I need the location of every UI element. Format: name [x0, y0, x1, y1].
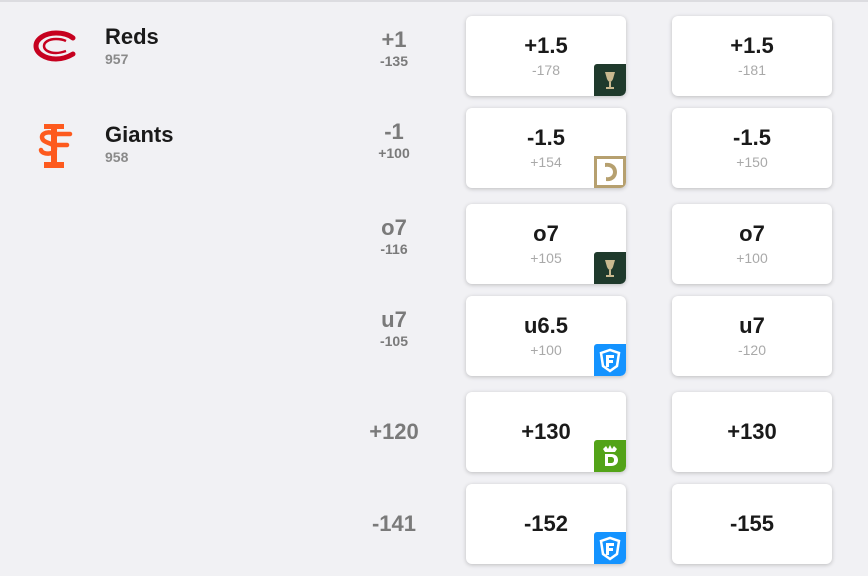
opening-line: +1 -135 [340, 27, 448, 69]
line-value: +130 [727, 419, 777, 444]
team-rotation-number: 957 [105, 51, 129, 67]
team-giants: Giants 958 [0, 122, 330, 182]
opening-line-odds: +100 [378, 145, 410, 161]
giants-logo-icon [32, 122, 80, 170]
opening-line-value: +1 [381, 27, 407, 52]
opening-line-value: +120 [369, 419, 419, 444]
line-value: +1.5 [524, 33, 568, 58]
opening-line-odds: -135 [379, 53, 409, 69]
team-name: Giants [105, 122, 174, 147]
line-value: -1.5 [733, 125, 771, 150]
odds-cell[interactable]: u7 -120 [672, 296, 832, 376]
caesars-icon [594, 156, 626, 188]
circa-sports-icon [594, 252, 626, 284]
opening-line-value: u7 [381, 307, 407, 332]
opening-line: -1 +100 [340, 119, 448, 161]
line-value: u6.5 [523, 313, 569, 338]
top-divider [0, 0, 868, 2]
best-odds-cell[interactable]: o7 +105 [466, 204, 626, 284]
line-value: u7 [739, 313, 765, 338]
circa-sports-icon [594, 64, 626, 96]
fanduel-icon [594, 344, 626, 376]
line-value: -155 [729, 511, 775, 536]
reds-logo-icon [32, 24, 80, 72]
fanduel-icon [594, 532, 626, 564]
opening-line: u7 -105 [340, 307, 448, 349]
opening-line-odds: -105 [379, 333, 409, 349]
opening-line-value: -141 [371, 511, 417, 536]
odds-cell[interactable]: o7 +100 [672, 204, 832, 284]
line-value: -1.5 [527, 125, 565, 150]
best-odds-cell[interactable]: u6.5 +100 [466, 296, 626, 376]
draftkings-icon [594, 440, 626, 472]
line-value: o7 [533, 221, 559, 246]
opening-line-odds: -116 [380, 241, 408, 257]
odds-cell[interactable]: +1.5 -181 [672, 16, 832, 96]
line-odds: -181 [737, 62, 767, 78]
opening-line: o7 -116 [340, 215, 448, 257]
opening-line: +120 [340, 419, 448, 445]
line-odds: -120 [737, 342, 767, 358]
team-rotation-number: 958 [105, 149, 129, 165]
line-value: o7 [739, 221, 765, 246]
opening-line-value: o7 [381, 215, 407, 240]
opening-line: -141 [340, 511, 448, 537]
line-odds: +150 [736, 154, 768, 170]
odds-cell[interactable]: +130 [672, 392, 832, 472]
opening-line-value: -1 [384, 119, 404, 144]
best-odds-cell[interactable]: +1.5 -178 [466, 16, 626, 96]
team-reds: Reds 957 [0, 24, 330, 84]
best-odds-cell[interactable]: -152 [466, 484, 626, 564]
line-odds: +100 [736, 250, 768, 266]
team-name: Reds [105, 24, 159, 49]
odds-cell[interactable]: -1.5 +150 [672, 108, 832, 188]
best-odds-cell[interactable]: +130 [466, 392, 626, 472]
odds-cell[interactable]: -155 [672, 484, 832, 564]
best-odds-cell[interactable]: -1.5 +154 [466, 108, 626, 188]
line-value: +1.5 [730, 33, 774, 58]
